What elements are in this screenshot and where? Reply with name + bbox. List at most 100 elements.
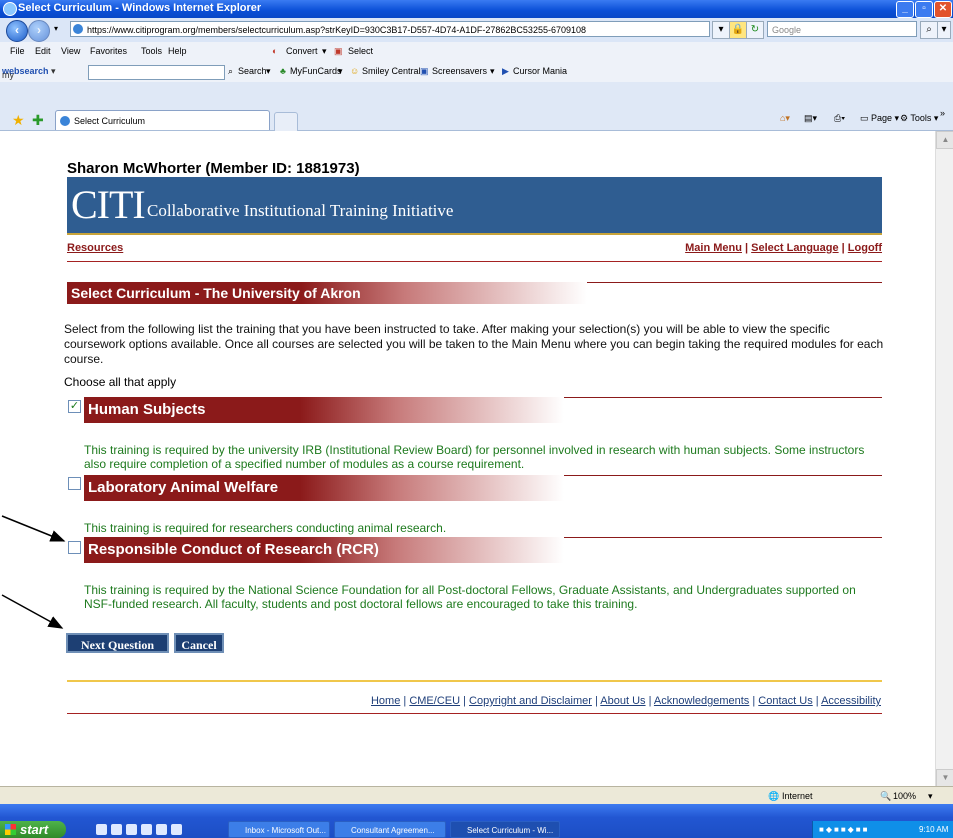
next-question-button[interactable]: Next Question [66,633,169,653]
quicklaunch-icon[interactable] [156,824,167,835]
footer-accessibility-link[interactable]: Accessibility [821,695,881,707]
myfuncards-link[interactable]: MyFunCards [290,66,342,76]
mws-search-dropdown-icon[interactable]: ▾ [266,66,271,77]
footer-home-link[interactable]: Home [371,695,400,707]
intro-text: Select from the following list the train… [64,322,884,366]
page-icon [73,24,83,34]
url-text: https://www.citiprogram.org/members/sele… [87,25,586,35]
new-tab-button[interactable] [274,112,298,132]
zoom-level[interactable]: 100% [893,791,916,801]
select-icon: ▣ [334,46,343,56]
menu-file[interactable]: File [10,46,25,56]
select-button[interactable]: Select [348,46,373,56]
divider [67,261,882,262]
home-icon[interactable]: ⌂▾ [780,113,790,124]
favorites-star-icon[interactable]: ★ [12,112,25,129]
smiley-central-link[interactable]: Smiley Central [362,66,421,76]
vertical-scrollbar[interactable]: ▲ ▼ [935,131,953,787]
menu-edit[interactable]: Edit [35,46,51,56]
feeds-icon[interactable]: ▤▾ [804,113,817,124]
back-button[interactable]: ‹ [6,20,28,42]
footer-copyright-link[interactable]: Copyright and Disclaimer [469,695,592,707]
maximize-button[interactable]: ▫ [915,1,933,18]
menu-view[interactable]: View [61,46,80,56]
menu-bar: File Edit View Favorites Tools Help ◐ Co… [0,42,953,62]
address-bar[interactable]: https://www.citiprogram.org/members/sele… [70,21,710,37]
menu-tools[interactable]: Tools [141,46,162,56]
mywebsearch-input[interactable] [88,65,225,80]
footer-links: Home | CME/CEU | Copyright and Disclaime… [370,695,881,707]
cursor-mania-link[interactable]: Cursor Mania [513,66,567,76]
search-placeholder: Google [772,25,802,35]
tools-menu[interactable]: ⚙ Tools ▾ [900,113,938,124]
page-menu[interactable]: ▭ Page ▾ [860,113,899,124]
footer-contact-link[interactable]: Contact Us [758,695,812,707]
quicklaunch-icon[interactable] [141,824,152,835]
checkbox-lab-animal-welfare[interactable] [68,477,81,490]
course-title: Responsible Conduct of Research (RCR) [84,537,564,563]
start-label: start [20,822,49,837]
taskbar-item-ie[interactable]: Select Curriculum - Wi... [450,821,560,838]
quicklaunch-icon[interactable] [111,824,122,835]
tray-icons[interactable]: ■◆■■◆■■ [819,825,869,834]
scroll-up-icon[interactable]: ▲ [936,131,953,149]
globe-icon: 🌐 [768,791,780,801]
status-bar: 🌐 Internet 🔍 100% ▾ [0,786,953,805]
cancel-button[interactable]: Cancel [174,633,224,653]
minimize-button[interactable]: _ [896,1,914,18]
myfuncards-dropdown-icon[interactable]: ▾ [338,66,343,77]
scroll-down-icon[interactable]: ▼ [936,769,953,787]
convert-button[interactable]: Convert [286,46,318,56]
footer-cme-link[interactable]: CME/CEU [409,695,460,707]
add-favorite-icon[interactable]: ✚ [32,112,44,129]
logoff-link[interactable]: Logoff [848,242,882,254]
screensavers-dropdown-icon[interactable]: ▾ [490,66,495,77]
select-language-link[interactable]: Select Language [751,242,838,254]
print-icon[interactable]: ⎙▾ [834,113,845,124]
nav-separator: | [841,242,845,254]
smiley-icon: ☺ [350,66,360,76]
course-heading-rcr: Responsible Conduct of Research (RCR) [84,537,882,563]
resources-link[interactable]: Resources [67,242,123,254]
mws-search-button[interactable]: Search [238,66,267,76]
checkbox-human-subjects[interactable]: ✓ [68,400,81,413]
footer-acknowledgements-link[interactable]: Acknowledgements [654,695,749,707]
taskbar-item-outlook[interactable]: Inbox - Microsoft Out... [228,821,330,838]
course-description: This training is required by the univers… [84,443,865,471]
search-options-icon[interactable]: ▾ [937,21,951,39]
address-toolbar: ‹ › ▾ https://www.citiprogram.org/member… [0,18,953,43]
lock-icon[interactable]: 🔒 [729,21,747,39]
search-box[interactable]: Google [767,21,917,37]
screensavers-link[interactable]: Screensavers [432,66,487,76]
main-menu-link[interactable]: Main Menu [685,242,742,254]
convert-dropdown-icon[interactable]: ▾ [322,46,327,57]
taskbar-item-consultant[interactable]: Consultant Agreemen... [334,821,446,838]
system-tray: ■◆■■◆■■ 9:10 AM [812,821,953,838]
address-dropdown-icon[interactable]: ▾ [712,21,730,39]
tab-label: Select Curriculum [74,116,146,126]
chevron-more-icon[interactable]: » [940,108,945,118]
history-dropdown-icon[interactable]: ▾ [54,24,58,33]
footer-about-link[interactable]: About Us [600,695,645,707]
course-heading-lab-animal: Laboratory Animal Welfare [84,475,882,501]
course-description: This training is required for researcher… [84,521,447,535]
quicklaunch-icon[interactable] [171,824,182,835]
windows-logo-icon [5,824,16,835]
close-button[interactable]: ✕ [934,1,952,18]
menu-help[interactable]: Help [168,46,187,56]
tab-select-curriculum[interactable]: Select Curriculum [55,110,270,130]
search-icon[interactable]: ⌕ [920,21,938,39]
menu-favorites[interactable]: Favorites [90,46,127,56]
refresh-icon[interactable]: ↻ [746,21,764,39]
checkbox-rcr[interactable] [68,541,81,554]
course-heading-human-subjects: Human Subjects [84,397,882,423]
forward-button[interactable]: › [28,20,50,42]
quicklaunch-ie-icon[interactable] [96,824,107,835]
course-title: Laboratory Animal Welfare [84,475,564,501]
start-button[interactable]: start [0,821,66,838]
screensavers-icon: ▣ [420,66,429,76]
quicklaunch-icon[interactable] [126,824,137,835]
citi-logo: CITI [71,182,146,227]
zoom-dropdown-icon[interactable]: ▾ [928,791,933,802]
page-content: Sharon McWhorter (Member ID: 1881973) CI… [0,131,935,786]
